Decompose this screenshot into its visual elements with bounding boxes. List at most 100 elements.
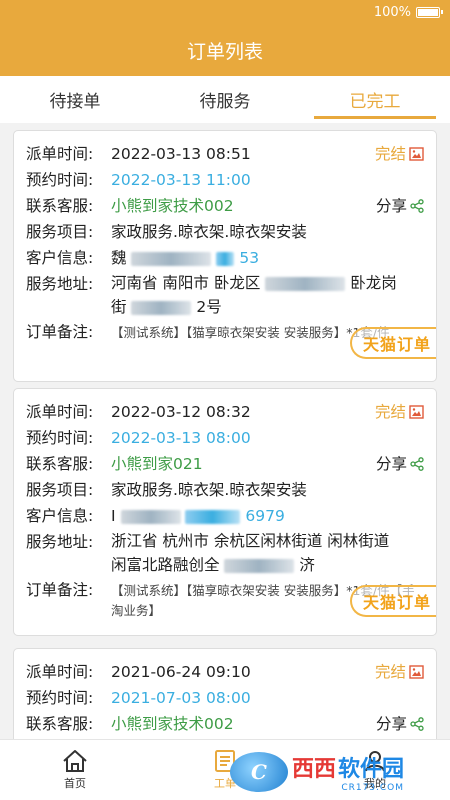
field-label: 订单备注: [26,323,94,341]
customer-name: Ⅰ [111,507,116,525]
service-item-value: 家政服务.晾衣架.晾衣架安装 [111,223,307,241]
redacted-block [265,276,346,291]
share-icon [410,199,424,213]
tab-completed[interactable]: 已完工 [300,76,450,123]
status-badge[interactable]: 完结 [375,659,424,685]
redacted-block [131,251,212,266]
field-label: 派单时间: [26,663,94,681]
share-button[interactable]: 分享 [376,711,424,737]
field-label: 派单时间: [26,145,94,163]
image-icon[interactable] [409,665,424,679]
dispatch-time-row: 派单时间: 2022-03-13 08:51 完结 [26,141,424,167]
battery-text: 100% [373,4,411,20]
tab-bar: 待接单 待服务 已完工 [0,76,450,123]
watermark-main-red: 西西 [292,757,337,782]
address-part: 浙江省 杭州市 余杭区闲林街道 闲林街道 [111,532,390,550]
tmall-order-text: 天猫订单 [362,335,431,354]
address-part: 济 [299,556,315,574]
address-part: 街 [111,298,127,316]
status-text: 完结 [374,403,406,421]
tab-label: 已完工 [349,92,401,112]
status-bar: 100% [0,0,450,24]
redacted-block [120,509,181,524]
share-icon [410,457,424,471]
page-title: 订单列表 [186,40,263,63]
appointment-time-value: 2022-03-13 08:00 [111,429,251,447]
customer-info-row: 客户信息: Ⅰ 6979 [26,503,424,529]
field-label: 派单时间: [26,403,94,421]
nav-label: 首页 [64,777,86,790]
status-badge[interactable]: 完结 [375,141,424,167]
appointment-time-row: 预约时间: 2022-03-13 11:00 [26,167,424,193]
appointment-time-value: 2022-03-13 11:00 [111,171,251,189]
redacted-block [216,251,235,266]
field-label: 联系客服: [26,715,94,733]
address-part: 2号 [196,298,222,316]
field-label: 预约时间: [26,171,94,189]
image-icon[interactable] [409,147,424,161]
customer-info-row: 客户信息: 魏 53 [26,245,424,271]
tmall-order-stamp: 天猫订单 [350,327,436,359]
battery-icon [416,6,443,18]
home-icon [63,750,87,772]
address-part: 河南省 南阳市 卧龙区 [111,274,261,292]
dispatch-time-row: 派单时间: 2021-06-24 09:10 完结 [26,659,424,685]
watermark-logo-text: C [251,760,267,784]
service-item-row: 服务项目: 家政服务.晾衣架.晾衣架安装 [26,219,424,245]
agent-row: 联系客服: 小熊到家021 分享 [26,451,424,477]
field-label: 服务项目: [26,223,94,241]
header: 订单列表 [0,24,450,76]
site-watermark: C 西西 软件园 CR173.COM [230,750,440,794]
field-label: 服务地址: [26,275,94,293]
tab-pending-service[interactable]: 待服务 [150,76,300,123]
agent-row: 联系客服: 小熊到家技术002 分享 [26,711,424,737]
customer-phone: 6979 [245,507,285,525]
appointment-time-row: 预约时间: 2022-03-13 08:00 [26,425,424,451]
order-card[interactable]: 派单时间: 2021-06-24 09:10 完结 预约时间: 2021-07-… [13,648,437,739]
redacted-block [131,300,192,315]
redacted-block [224,558,295,573]
address-part: 卧龙岗 [350,274,397,292]
share-button[interactable]: 分享 [376,193,424,219]
order-list[interactable]: 派单时间: 2022-03-13 08:51 完结 预约时间: 2022-03-… [0,126,450,739]
service-address-row: 服务地址: 浙江省 杭州市 余杭区闲林街道 闲林街道 闲富北路融创全 济 [26,529,424,577]
order-card[interactable]: 派单时间: 2022-03-13 08:51 完结 预约时间: 2022-03-… [13,130,437,382]
share-button[interactable]: 分享 [376,451,424,477]
service-address-value: 河南省 南阳市 卧龙区 卧龙岗 街 2号 [111,271,424,319]
appointment-time-value: 2021-07-03 08:00 [111,689,251,707]
redacted-block [185,509,241,524]
image-icon[interactable] [409,405,424,419]
watermark-text: 西西 软件园 CR173.COM [292,751,404,793]
field-label: 联系客服: [26,455,94,473]
status-badge[interactable]: 完结 [375,399,424,425]
tab-pending-accept[interactable]: 待接单 [0,76,150,123]
nav-home[interactable]: 首页 [0,740,150,800]
watermark-logo: C [230,752,288,792]
field-label: 联系客服: [26,197,94,215]
field-label: 订单备注: [26,581,94,599]
tmall-order-text: 天猫订单 [362,593,431,612]
watermark-main-blue: 软件园 [338,757,405,782]
tab-label: 待服务 [199,92,251,112]
dispatch-time-row: 派单时间: 2022-03-12 08:32 完结 [26,399,424,425]
customer-name: 魏 [111,249,127,267]
field-label: 客户信息: [26,249,94,267]
order-card[interactable]: 派单时间: 2022-03-12 08:32 完结 预约时间: 2022-03-… [13,388,437,636]
status-text: 完结 [374,663,406,681]
service-item-value: 家政服务.晾衣架.晾衣架安装 [111,481,307,499]
share-label: 分享 [375,455,407,473]
tab-label: 待接单 [49,92,101,112]
customer-phone: 53 [239,249,260,267]
field-label: 客户信息: [26,507,94,525]
address-part: 闲富北路融创全 [111,556,220,574]
remark-value: 【测试系统】【猫享晾衣架安装 安装服务】*1套/件 [111,325,390,340]
share-label: 分享 [375,715,407,733]
customer-info-value[interactable]: 魏 53 [111,245,424,271]
share-label: 分享 [375,197,407,215]
field-label: 预约时间: [26,689,94,707]
status-text: 完结 [374,145,406,163]
agent-row: 联系客服: 小熊到家技术002 分享 [26,193,424,219]
service-item-row: 服务项目: 家政服务.晾衣架.晾衣架安装 [26,477,424,503]
customer-info-value[interactable]: Ⅰ 6979 [111,503,424,529]
service-address-row: 服务地址: 河南省 南阳市 卧龙区 卧龙岗 街 2号 [26,271,424,319]
